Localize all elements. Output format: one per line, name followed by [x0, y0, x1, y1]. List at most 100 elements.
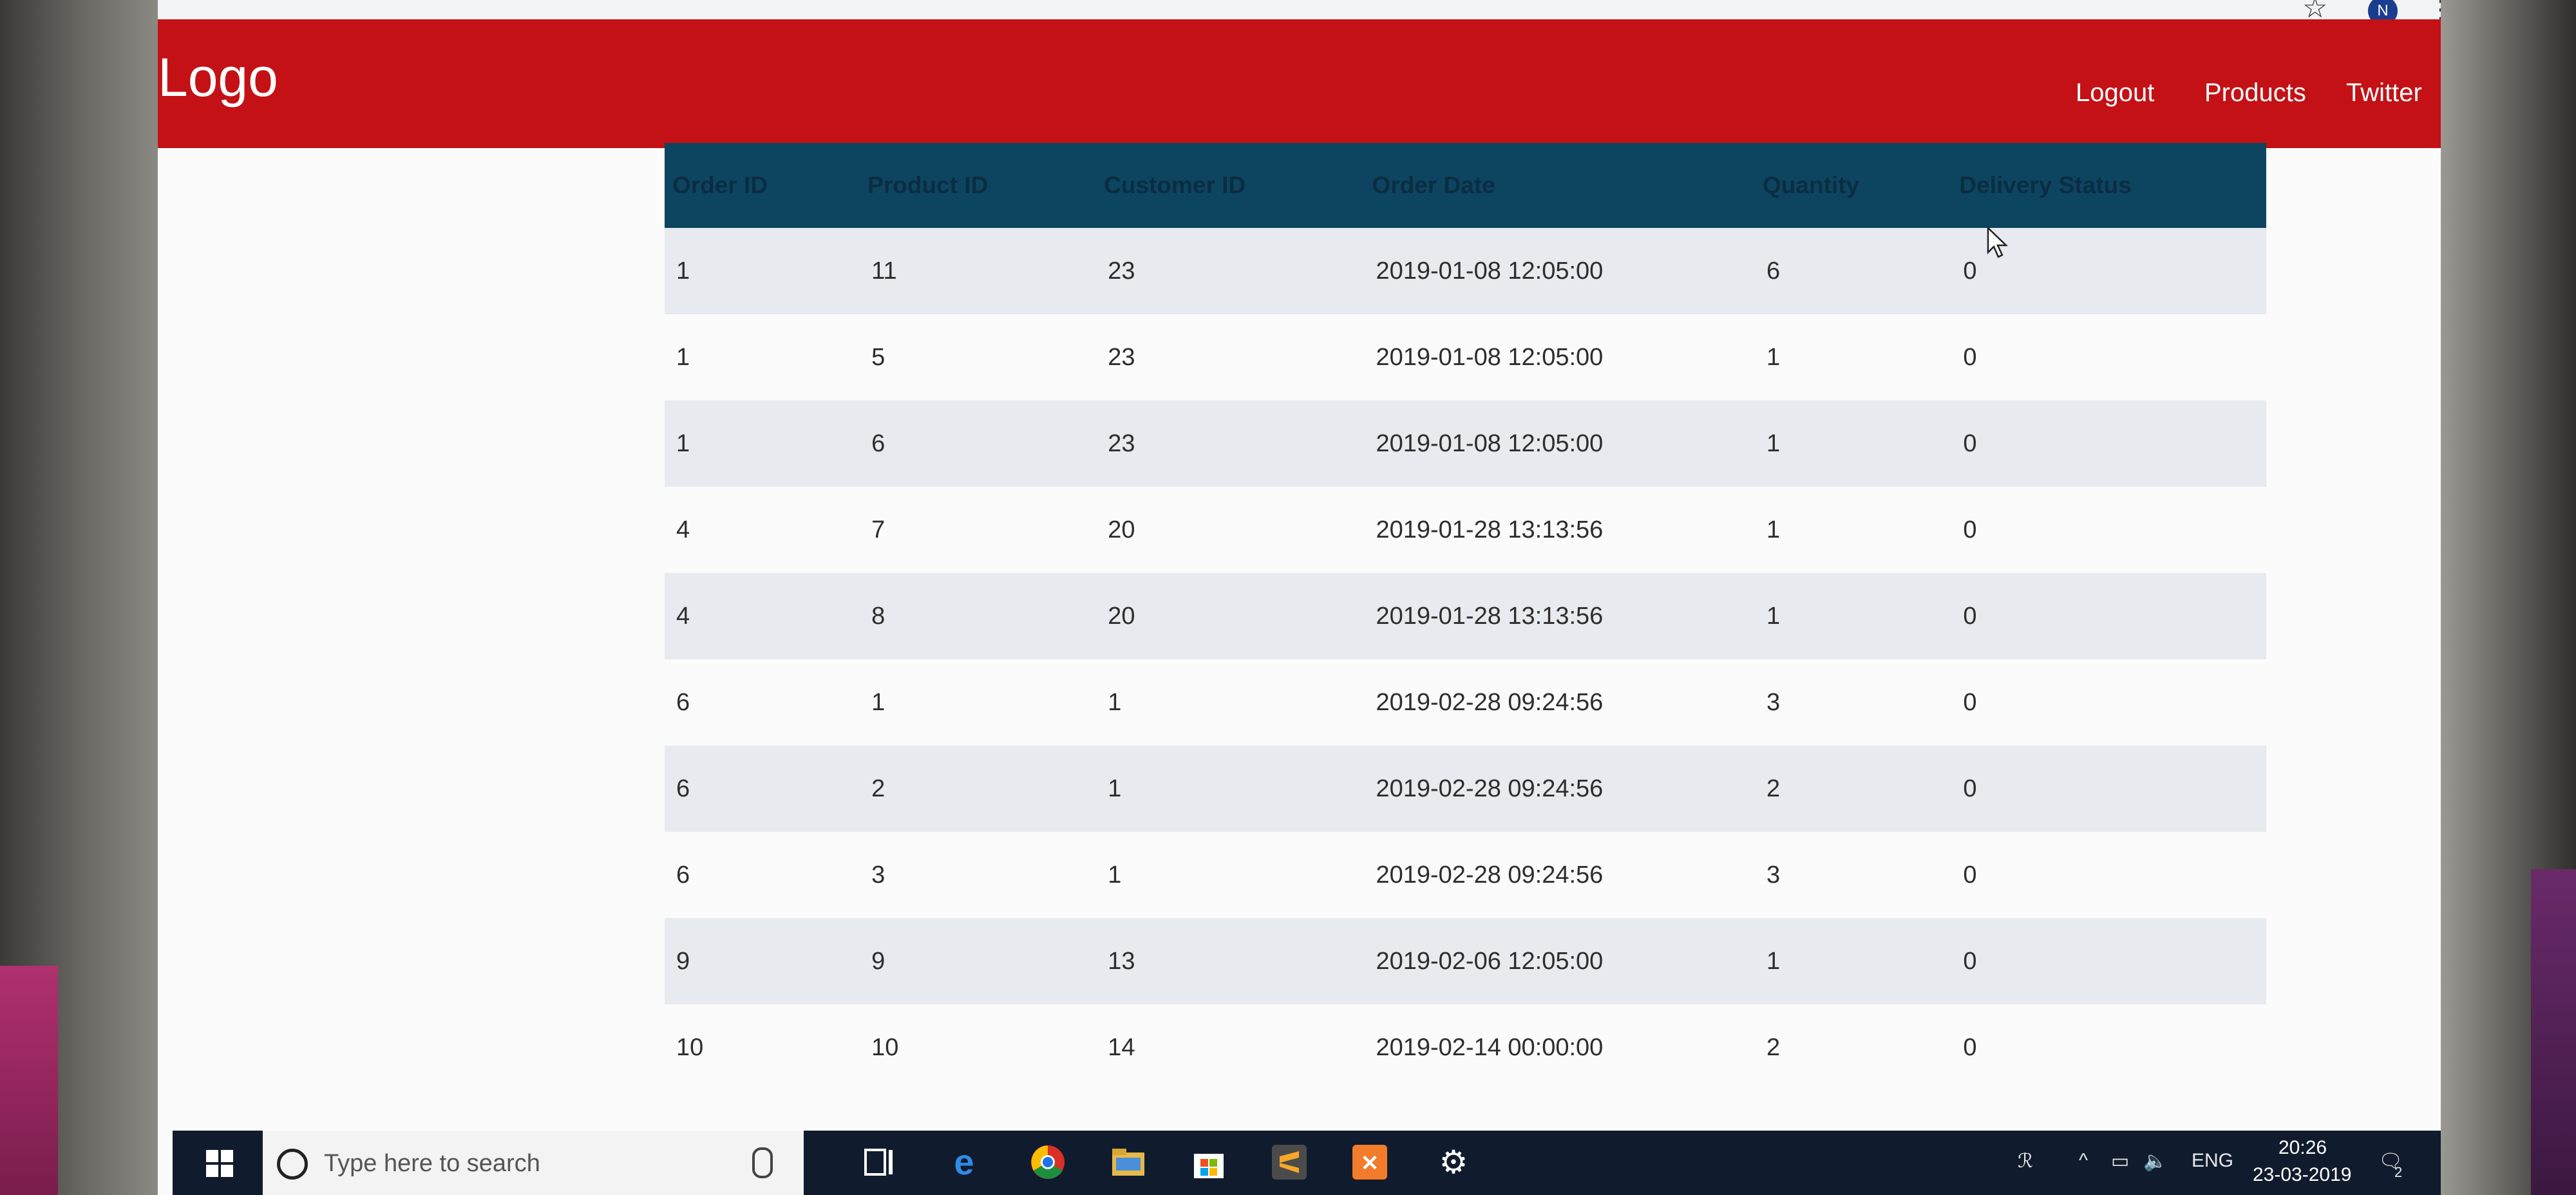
cell-quantity: 6: [1755, 228, 1952, 314]
column-header-customer-id[interactable]: Customer ID: [1096, 143, 1365, 228]
cell-product-id: 7: [860, 487, 1097, 573]
table-row: 1 5 23 2019-01-08 12:05:00 1 0: [665, 314, 2266, 400]
table-row: 4 7 20 2019-01-28 13:13:56 1 0: [665, 487, 2266, 573]
cell-customer-id: 20: [1096, 487, 1365, 573]
windows-taskbar: Type here to search e ✕ ⚙ ℛ ^ ▭ 🔈 ENG 20…: [173, 1131, 2441, 1195]
cell-customer-id: 23: [1096, 228, 1365, 314]
people-icon[interactable]: ℛ: [2018, 1150, 2033, 1172]
svg-text:e: e: [954, 1143, 974, 1181]
cell-order-id: 4: [665, 573, 860, 659]
microphone-icon[interactable]: [752, 1147, 773, 1178]
cell-quantity: 1: [1755, 573, 1952, 659]
cell-quantity: 1: [1755, 314, 1952, 400]
column-header-quantity[interactable]: Quantity: [1755, 143, 1952, 228]
browser-toolbar: ☆ N ⋮: [158, 0, 2441, 26]
table-row: 1 6 23 2019-01-08 12:05:00 1 0: [665, 400, 2266, 487]
cell-product-id: 5: [860, 314, 1097, 400]
background-object: [2531, 869, 2576, 1195]
cell-order-date: 2019-01-08 12:05:00: [1364, 400, 1756, 487]
settings-gear-icon[interactable]: ⚙: [1435, 1143, 1472, 1181]
cell-customer-id: 1: [1096, 659, 1365, 746]
cell-delivery-status: 0: [1951, 659, 2266, 746]
volume-icon[interactable]: 🔈: [2143, 1150, 2167, 1172]
nav-products-link[interactable]: Products: [2204, 75, 2306, 111]
xampp-icon[interactable]: ✕: [1351, 1143, 1388, 1181]
sublime-text-icon[interactable]: [1271, 1143, 1308, 1181]
cell-order-id: 1: [665, 228, 860, 314]
cell-order-id: 9: [665, 918, 860, 1004]
cell-customer-id: 13: [1096, 918, 1365, 1004]
cell-delivery-status: 0: [1951, 1004, 2266, 1091]
taskbar-search-box[interactable]: Type here to search: [263, 1131, 804, 1195]
cell-order-id: 4: [665, 487, 860, 573]
cell-order-date: 2019-02-28 09:24:56: [1364, 659, 1756, 746]
cell-quantity: 3: [1755, 832, 1952, 918]
search-placeholder: Type here to search: [324, 1150, 540, 1177]
cell-delivery-status: 0: [1951, 918, 2266, 1004]
cell-delivery-status: 0: [1951, 832, 2266, 918]
table-row: 6 3 1 2019-02-28 09:24:56 3 0: [665, 832, 2266, 918]
cell-order-date: 2019-01-08 12:05:00: [1364, 314, 1756, 400]
site-navbar: Logo Logout Products Twitter: [158, 19, 2441, 148]
clock-date[interactable]: 23-03-2019: [2253, 1164, 2351, 1186]
cell-quantity: 3: [1755, 659, 1952, 746]
cell-order-date: 2019-02-06 12:05:00: [1364, 918, 1756, 1004]
cell-customer-id: 1: [1096, 746, 1365, 832]
table-row: 4 8 20 2019-01-28 13:13:56 1 0: [665, 573, 2266, 659]
edge-browser-icon[interactable]: e: [945, 1143, 983, 1181]
cell-customer-id: 20: [1096, 573, 1365, 659]
cell-customer-id: 23: [1096, 400, 1365, 487]
cell-delivery-status: 0: [1951, 573, 2266, 659]
cell-product-id: 11: [860, 228, 1097, 314]
cell-customer-id: 14: [1096, 1004, 1365, 1091]
column-header-order-date[interactable]: Order Date: [1364, 143, 1756, 228]
column-header-order-id[interactable]: Order ID: [665, 143, 860, 228]
cell-delivery-status: 0: [1951, 487, 2266, 573]
cell-product-id: 1: [860, 659, 1097, 746]
background-object: [0, 966, 58, 1195]
cell-order-id: 6: [665, 832, 860, 918]
cell-quantity: 2: [1755, 746, 1952, 832]
column-header-delivery-status[interactable]: Delivery Status: [1951, 143, 2266, 228]
show-hidden-icons-chevron-icon[interactable]: ^: [2079, 1150, 2088, 1172]
cell-delivery-status: 0: [1951, 314, 2266, 400]
table-row: 6 1 1 2019-02-28 09:24:56 3 0: [665, 659, 2266, 746]
cell-order-date: 2019-02-28 09:24:56: [1364, 832, 1756, 918]
store-icon[interactable]: [1190, 1143, 1227, 1181]
cell-order-date: 2019-01-08 12:05:00: [1364, 228, 1756, 314]
cell-quantity: 1: [1755, 487, 1952, 573]
table-header-row: Order ID Product ID Customer ID Order Da…: [665, 143, 2266, 228]
cell-order-date: 2019-02-14 00:00:00: [1364, 1004, 1756, 1091]
site-logo[interactable]: Logo: [158, 45, 278, 109]
cell-order-id: 1: [665, 400, 860, 487]
svg-text:⚙: ⚙: [1439, 1143, 1468, 1181]
column-header-product-id[interactable]: Product ID: [860, 143, 1097, 228]
table-row: 10 10 14 2019-02-14 00:00:00 2 0: [665, 1004, 2266, 1091]
cell-order-id: 10: [665, 1004, 860, 1091]
nav-logout-link[interactable]: Logout: [2076, 75, 2154, 111]
clock-time[interactable]: 20:26: [2278, 1137, 2327, 1159]
file-explorer-icon[interactable]: [1110, 1143, 1147, 1181]
notification-count-badge: 2: [2394, 1164, 2403, 1180]
cell-quantity: 2: [1755, 1004, 1952, 1091]
chrome-browser-icon[interactable]: [1029, 1143, 1066, 1181]
cell-product-id: 2: [860, 746, 1097, 832]
language-indicator[interactable]: ENG: [2192, 1150, 2233, 1172]
cell-order-date: 2019-01-28 13:13:56: [1364, 573, 1756, 659]
windows-start-icon[interactable]: [205, 1149, 234, 1178]
cell-order-id: 1: [665, 314, 860, 400]
nav-twitter-link[interactable]: Twitter: [2346, 75, 2422, 111]
cell-product-id: 10: [860, 1004, 1097, 1091]
cortana-icon: [277, 1149, 308, 1180]
mouse-cursor-icon: [1987, 227, 2009, 258]
network-icon[interactable]: ▭: [2111, 1150, 2129, 1172]
svg-text:✕: ✕: [1361, 1151, 1379, 1176]
task-view-icon[interactable]: [862, 1143, 899, 1181]
cell-product-id: 9: [860, 918, 1097, 1004]
cell-order-date: 2019-02-28 09:24:56: [1364, 746, 1756, 832]
cell-order-id: 6: [665, 746, 860, 832]
screen: ☆ N ⋮ Logo Logout Products Twitter Order…: [158, 0, 2441, 1195]
cell-product-id: 6: [860, 400, 1097, 487]
cell-customer-id: 23: [1096, 314, 1365, 400]
cell-order-id: 6: [665, 659, 860, 746]
